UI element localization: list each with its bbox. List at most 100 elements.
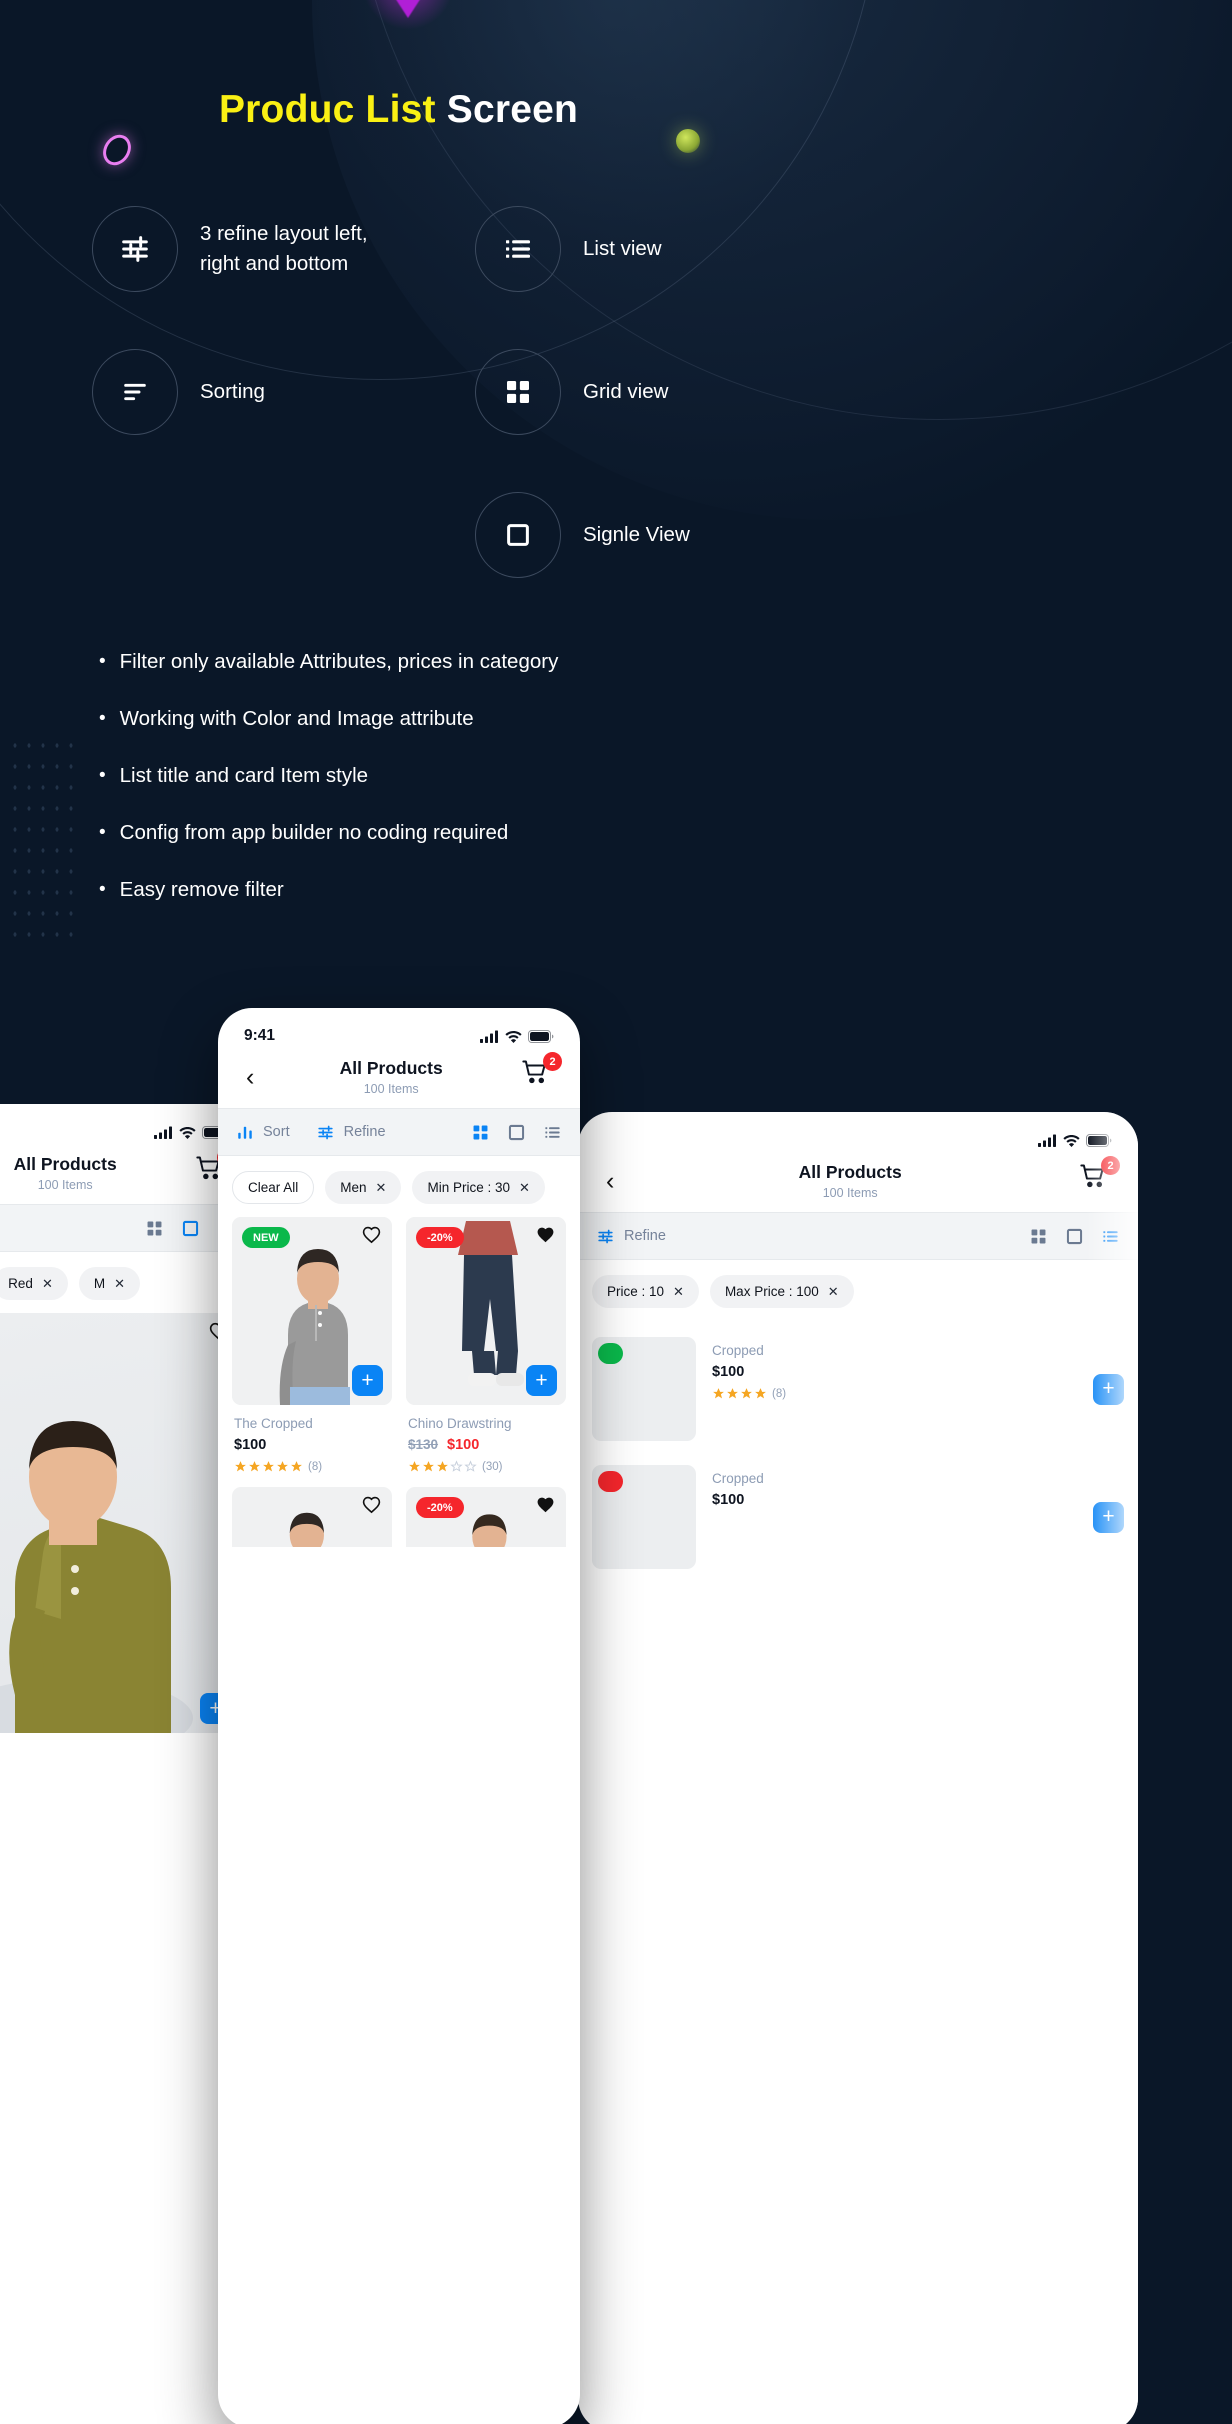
close-icon[interactable]: ✕	[519, 1180, 530, 1196]
feature-single-view: Signle View	[475, 492, 690, 578]
cart-button[interactable]: 2	[1078, 1156, 1120, 1200]
battery-icon	[528, 1029, 554, 1043]
product-price: $100	[712, 1492, 745, 1508]
product-card[interactable]	[232, 1487, 392, 1547]
product-image	[232, 1487, 392, 1547]
favorite-icon[interactable]	[361, 1226, 382, 1245]
product-price-row: $100	[234, 1437, 392, 1453]
toolbar: Refine	[578, 1212, 1138, 1260]
filter-chip[interactable]: Max Price : 100 ✕	[709, 1275, 854, 1308]
pink-ring-icon	[97, 129, 137, 171]
feature-label: Grid view	[583, 380, 669, 404]
list-item: • Config from app builder no coding requ…	[99, 819, 759, 847]
list-view-icon[interactable]	[543, 1123, 562, 1142]
add-to-cart-button[interactable]: +	[1093, 1501, 1124, 1533]
cart-button[interactable]: 2	[520, 1052, 562, 1096]
filter-chip[interactable]: Min Price : 30 ✕	[412, 1171, 545, 1204]
bullet-text: List title and card Item style	[119, 764, 369, 787]
close-icon[interactable]: ✕	[114, 1276, 125, 1292]
dot-grid-decoration	[8, 735, 80, 945]
close-icon[interactable]: ✕	[42, 1276, 53, 1292]
battery-icon	[1086, 1133, 1112, 1147]
favorite-icon[interactable]	[535, 1226, 556, 1245]
single-view-icon[interactable]	[506, 1122, 527, 1143]
page-heading: All Products	[339, 1058, 443, 1078]
status-indicators	[480, 1029, 554, 1043]
signal-icon	[154, 1126, 172, 1139]
filter-chip-row: Price : 10 ✕ Max Price : 100 ✕	[578, 1260, 1138, 1321]
filter-chip[interactable]: M ✕	[78, 1267, 140, 1300]
star-icon	[291, 1461, 302, 1472]
filter-chip[interactable]: Men ✕	[325, 1171, 402, 1204]
product-card[interactable]: -20%	[406, 1487, 566, 1547]
sort-label: Sort	[263, 1124, 290, 1140]
nav-titles: All Products 100 Items	[262, 1058, 520, 1096]
bullet-dot-icon: •	[99, 651, 106, 672]
refine-button[interactable]: Refine	[316, 1123, 386, 1142]
single-view-icon[interactable]	[180, 1218, 201, 1239]
chip-label: Min Price : 30	[427, 1180, 510, 1195]
product-price: $100	[712, 1364, 745, 1380]
star-icon	[423, 1461, 434, 1472]
page-heading: All Products	[798, 1162, 902, 1182]
bullet-text: Easy remove filter	[119, 878, 284, 901]
star-outline-icon	[450, 1460, 463, 1472]
refine-button[interactable]: Refine	[596, 1227, 666, 1246]
list-item: • Easy remove filter	[99, 876, 759, 904]
green-dot-icon	[676, 129, 700, 153]
page-title-rest: Screen	[435, 88, 579, 131]
list-item[interactable]: Cropped $100 (8) +	[592, 1325, 1124, 1453]
filter-chip[interactable]: Red ✕	[0, 1267, 68, 1300]
grid-view-icon[interactable]	[1029, 1227, 1048, 1246]
single-view-icon[interactable]	[1064, 1226, 1085, 1247]
product-image: +	[0, 1313, 240, 1733]
nav-bar: ‹ All Products 100 Items 2	[0, 1148, 254, 1204]
grid-view-icon[interactable]	[145, 1219, 164, 1238]
add-to-cart-button[interactable]: +	[352, 1365, 383, 1396]
list-view-icon[interactable]	[1101, 1227, 1120, 1246]
product-image	[592, 1465, 696, 1569]
close-icon[interactable]: ✕	[673, 1284, 684, 1300]
feature-label: 3 refine layout left, right and bottom	[200, 222, 368, 275]
star-icon	[263, 1461, 274, 1472]
add-to-cart-button[interactable]: +	[1093, 1373, 1124, 1405]
filter-chip[interactable]: Price : 10 ✕	[592, 1275, 699, 1308]
sort-button[interactable]: Sort	[236, 1123, 290, 1141]
status-bar	[0, 1104, 254, 1150]
status-badge: -20%	[416, 1227, 464, 1248]
status-badge: NEW	[242, 1227, 290, 1248]
signal-icon	[480, 1030, 498, 1043]
list-item[interactable]: Cropped $100 +	[592, 1453, 1124, 1581]
product-card-single[interactable]: + The Cropped $100	[0, 1313, 254, 1781]
chip-label: Max Price : 100	[724, 1284, 819, 1299]
product-name: Cropped	[712, 1471, 764, 1486]
add-to-cart-button[interactable]: +	[526, 1365, 557, 1396]
nav-bar: ‹ All Products 100 Items 2	[218, 1052, 580, 1108]
clear-all-button[interactable]: Clear All	[232, 1171, 315, 1204]
product-card[interactable]: -20% + Chino Drawstring $130 $100 (30)	[406, 1217, 566, 1473]
favorite-icon[interactable]	[361, 1496, 382, 1515]
back-button[interactable]: ‹	[238, 1061, 262, 1094]
grid-view-icon[interactable]	[471, 1123, 490, 1142]
feature-refine-layout: 3 refine layout left, right and bottom	[92, 206, 368, 292]
product-photo-illustration	[0, 1421, 193, 1733]
bullet-text: Working with Color and Image attribute	[119, 707, 474, 730]
back-button[interactable]: ‹	[598, 1165, 622, 1198]
product-name: The Cropped	[0, 1744, 240, 1759]
star-icon	[727, 1388, 738, 1399]
product-price-row: $100	[0, 1765, 240, 1781]
favorite-icon[interactable]	[535, 1496, 556, 1515]
star-outline-icon	[464, 1460, 477, 1472]
close-icon[interactable]: ✕	[828, 1284, 839, 1300]
phone-mockup-list-view: ‹ All Products 100 Items 2 Refine Price …	[578, 1112, 1138, 2424]
grid-view-icon	[475, 349, 561, 435]
refine-label: Refine	[343, 1124, 386, 1140]
product-card[interactable]: NEW + The Cropped $100 (8)	[232, 1217, 392, 1473]
phone-mockup-single-view: ‹ All Products 100 Items 2 Refine	[0, 1104, 254, 2424]
product-image: NEW +	[232, 1217, 392, 1405]
product-image: -20%	[406, 1487, 566, 1547]
item-count: 100 Items	[37, 1178, 93, 1192]
sliders-icon	[92, 206, 178, 292]
sliders-icon	[598, 1229, 613, 1243]
close-icon[interactable]: ✕	[376, 1180, 387, 1196]
